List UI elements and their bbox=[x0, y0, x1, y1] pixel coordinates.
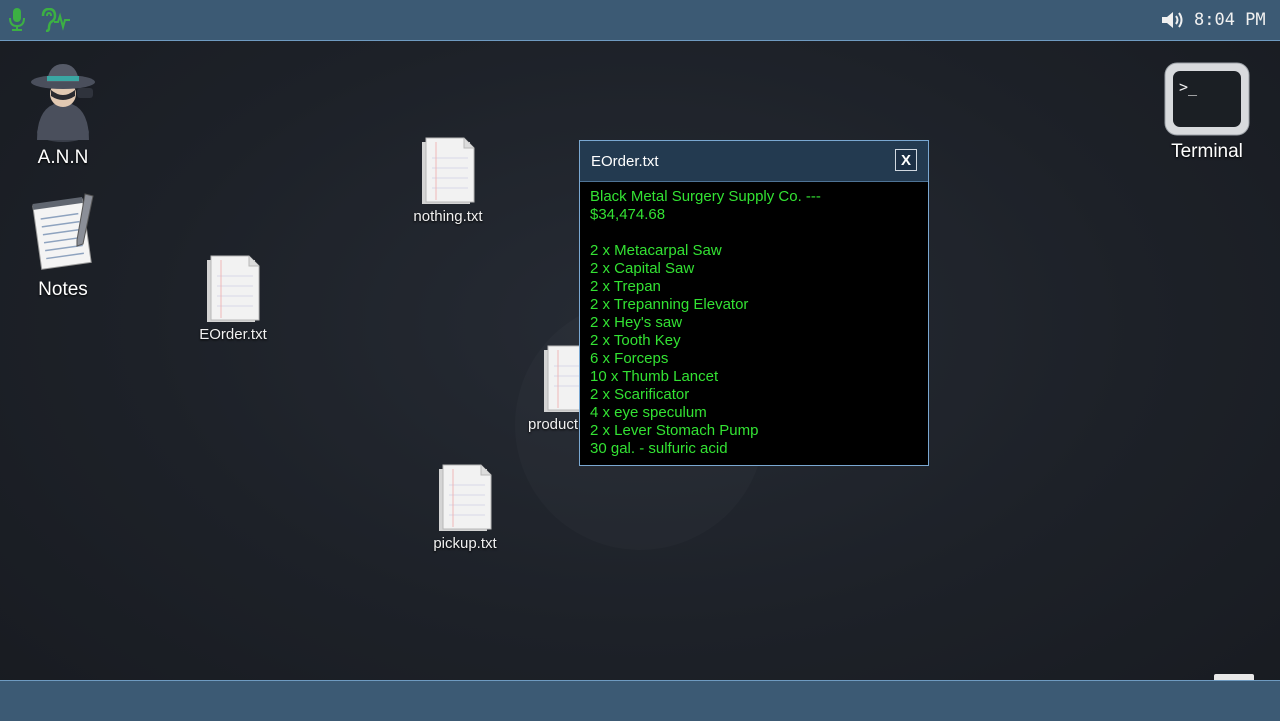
order-header-line: Black Metal Surgery Supply Co. --- bbox=[590, 188, 821, 205]
desktop-file-label: nothing.txt bbox=[413, 208, 483, 225]
top-taskbar: 8:04 PM bbox=[0, 0, 1280, 41]
order-item: 2 x Tooth Key bbox=[590, 332, 681, 349]
text-file-icon bbox=[422, 137, 475, 204]
desktop-file-eorder[interactable]: EOrder.txt bbox=[183, 254, 283, 343]
svg-text:>_: >_ bbox=[1179, 78, 1198, 96]
close-button[interactable]: X bbox=[895, 149, 917, 171]
desktop-icon-label: Terminal bbox=[1171, 141, 1243, 162]
desktop-icon-terminal[interactable]: >_ Terminal bbox=[1157, 62, 1257, 163]
notepad-icon bbox=[32, 193, 94, 270]
order-item: 6 x Forceps bbox=[590, 350, 669, 367]
window-content[interactable]: Black Metal Surgery Supply Co. --- $34,4… bbox=[580, 182, 928, 464]
clock: 8:04 PM bbox=[1194, 10, 1266, 30]
order-item: 30 gal. - sulfuric acid bbox=[590, 440, 728, 457]
order-item: 2 x Scarificator bbox=[590, 386, 690, 403]
desktop-file-nothing[interactable]: nothing.txt bbox=[398, 136, 498, 225]
microphone-icon[interactable] bbox=[9, 8, 25, 37]
agent-avatar-icon bbox=[31, 64, 95, 142]
desktop-file-pickup[interactable]: pickup.txt bbox=[415, 463, 515, 552]
bottom-taskbar bbox=[0, 680, 1280, 721]
order-item: 10 x Thumb Lancet bbox=[590, 368, 719, 385]
order-item: 2 x Capital Saw bbox=[590, 260, 695, 277]
order-item: 2 x Trepan bbox=[590, 278, 661, 295]
terminal-icon: >_ bbox=[1164, 62, 1250, 136]
order-item: 2 x Lever Stomach Pump bbox=[590, 422, 759, 439]
desktop-icon-label: A.N.N bbox=[37, 147, 89, 168]
speaker-volume-icon[interactable] bbox=[1160, 10, 1186, 35]
window-titlebar[interactable]: EOrder.txt X bbox=[580, 141, 928, 182]
order-item: 4 x eye speculum bbox=[590, 404, 707, 421]
order-total: $34,474.68 bbox=[590, 206, 666, 223]
order-item: 2 x Hey's saw bbox=[590, 314, 683, 331]
desktop-icon-notes[interactable]: Notes bbox=[18, 190, 108, 301]
desktop-icon-label: Notes bbox=[38, 279, 88, 300]
order-item: 2 x Metacarpal Saw bbox=[590, 242, 722, 259]
text-file-icon bbox=[207, 255, 260, 322]
desktop-file-label: EOrder.txt bbox=[199, 326, 267, 343]
desktop-file-label: pickup.txt bbox=[433, 535, 497, 552]
text-file-icon bbox=[439, 464, 492, 531]
window-title: EOrder.txt bbox=[591, 153, 659, 170]
ear-listening-icon[interactable] bbox=[39, 7, 71, 37]
desktop-icon-ann[interactable]: A.N.N bbox=[18, 60, 108, 169]
order-item: 2 x Trepanning Elevator bbox=[590, 296, 749, 313]
text-file-window: EOrder.txt X Black Metal Surgery Supply … bbox=[579, 140, 929, 466]
